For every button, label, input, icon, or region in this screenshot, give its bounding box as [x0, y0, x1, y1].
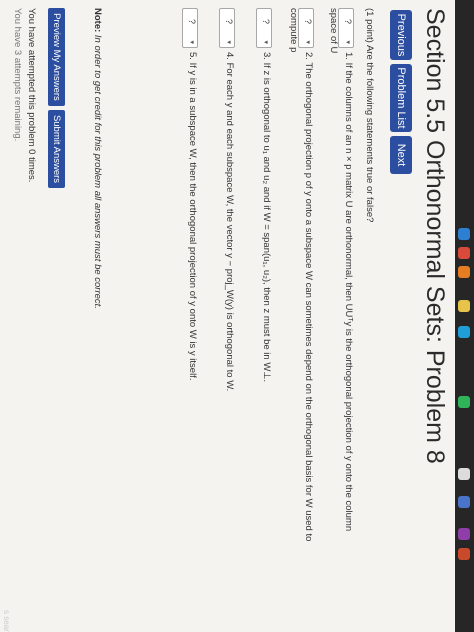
- answer-select-2[interactable]: ? ▾: [298, 8, 314, 48]
- chevron-down-icon: ▾: [225, 40, 232, 44]
- note: Note: In order to get credit for this pr…: [92, 8, 103, 309]
- question-line: If z is orthogonal to u₁ and u₂ and if W…: [261, 62, 272, 383]
- problem-list-button[interactable]: Problem List: [390, 64, 412, 132]
- select-value: ?: [261, 19, 271, 25]
- note-label: Note:: [92, 8, 103, 33]
- page-title: Section 5.5 Orthonormal Sets: Problem 8: [421, 8, 449, 464]
- taskbar: [455, 0, 474, 632]
- edge-icon[interactable]: [458, 228, 470, 240]
- question-5-text: 5. If y is in a subspace W, then the ort…: [187, 52, 198, 380]
- chevron-down-icon: ▾: [188, 40, 195, 44]
- previous-button[interactable]: Previous: [390, 10, 412, 60]
- select-value: ?: [187, 19, 197, 25]
- question-line: For each y and each subspace W, the vect…: [224, 62, 235, 392]
- attempts-remaining: You have 3 attempts remaining.: [12, 8, 23, 142]
- question-number: 1.: [343, 52, 354, 60]
- question-line: If y is in a subspace W, then the orthog…: [187, 62, 198, 381]
- question-line: The orthogonal projection p of y onto a …: [303, 62, 314, 542]
- chevron-down-icon: ▾: [344, 40, 351, 44]
- question-number: 4.: [224, 52, 235, 60]
- select-value: ?: [303, 19, 313, 25]
- file-explorer-icon[interactable]: [458, 300, 470, 312]
- question-1-continuation: space of U: [328, 8, 339, 54]
- store-icon[interactable]: [458, 496, 470, 508]
- select-value: ?: [343, 19, 353, 25]
- select-value: ?: [224, 19, 234, 25]
- question-3-text: 3. If z is orthogonal to u₁ and u₂ and i…: [261, 52, 272, 382]
- note-text: In order to get credit for this problem …: [92, 34, 103, 309]
- photo-background: Section 5.5 Orthonormal Sets: Problem 8 …: [0, 0, 474, 632]
- answer-select-5[interactable]: ? ▾: [182, 8, 198, 48]
- spotify-icon[interactable]: [458, 396, 470, 408]
- webwork-page: Section 5.5 Orthonormal Sets: Problem 8 …: [0, 0, 455, 632]
- question-1-text: 1. If the columns of an n × p matrix U a…: [343, 52, 354, 531]
- question-4-text: 4. For each y and each subspace W, the v…: [224, 52, 235, 391]
- question-number: 5.: [187, 52, 198, 60]
- question-line: If the columns of an n × p matrix U are …: [343, 62, 354, 532]
- answer-select-4[interactable]: ? ▾: [219, 8, 235, 48]
- next-button[interactable]: Next: [390, 136, 412, 174]
- question-2-text: 2. The orthogonal projection p of y onto…: [303, 52, 314, 541]
- preview-answers-button[interactable]: Preview My Answers: [48, 8, 65, 106]
- firefox-icon[interactable]: [458, 266, 470, 278]
- question-number: 2.: [303, 52, 314, 60]
- attempts-count: You have attempted this problem 0 times.: [26, 8, 37, 183]
- question-2-continuation: compute p: [288, 8, 299, 53]
- question-number: 3.: [261, 52, 272, 60]
- taskbar-search[interactable]: s search: [2, 610, 11, 632]
- chevron-down-icon: ▾: [304, 40, 311, 44]
- office-icon[interactable]: [458, 548, 470, 560]
- skype-icon[interactable]: [458, 326, 470, 338]
- chevron-down-icon: ▾: [262, 40, 269, 44]
- chrome-icon[interactable]: [458, 247, 470, 259]
- problem-prompt: (1 point) Are the following statements t…: [364, 8, 375, 223]
- answer-select-1[interactable]: ? ▾: [338, 8, 354, 48]
- answer-select-3[interactable]: ? ▾: [256, 8, 272, 48]
- onenote-icon[interactable]: [458, 528, 470, 540]
- submit-answers-button[interactable]: Submit Answers: [48, 110, 65, 188]
- xbox-icon[interactable]: [458, 468, 470, 480]
